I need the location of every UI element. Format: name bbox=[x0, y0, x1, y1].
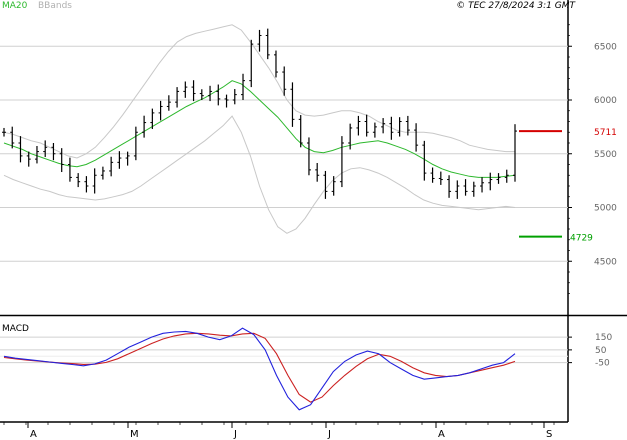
month-axis: AMJJAS bbox=[3, 422, 555, 440]
price-tick-label: 5000 bbox=[594, 204, 617, 214]
bb-legend-label: BBands bbox=[38, 1, 72, 11]
resistance-label: 5711 bbox=[594, 128, 617, 138]
month-label: S bbox=[546, 429, 552, 440]
macd-y-axis: 150 50 -50 bbox=[568, 333, 612, 369]
price-tick-label: 6500 bbox=[594, 42, 617, 52]
month-label: A bbox=[30, 429, 37, 440]
price-tick-label: 5500 bbox=[594, 150, 617, 160]
macd-panel-title: MACD bbox=[2, 324, 29, 334]
month-label: J bbox=[233, 429, 237, 440]
price-tick-label: 4500 bbox=[594, 257, 617, 267]
timestamp-label: © TEC 27/8/2024 3:1 GMT bbox=[456, 1, 576, 11]
macd-tick-label: 150 bbox=[595, 333, 612, 343]
month-label: J bbox=[327, 429, 331, 440]
month-label: M bbox=[130, 429, 139, 440]
support-label: 4729 bbox=[570, 234, 593, 244]
price-y-axis: 4500 5000 5500 6000 6500 bbox=[568, 24, 617, 294]
price-tick-label: 6000 bbox=[594, 96, 617, 106]
macd-tick-label: 50 bbox=[595, 346, 607, 356]
macd-tick-label: -50 bbox=[595, 359, 610, 369]
stock-chart: 4500 5000 5500 6000 6500 5711 4729 150 50 -50 A… bbox=[0, 0, 627, 440]
ma-legend-label: MA20 bbox=[2, 1, 28, 11]
month-label: A bbox=[438, 429, 445, 440]
